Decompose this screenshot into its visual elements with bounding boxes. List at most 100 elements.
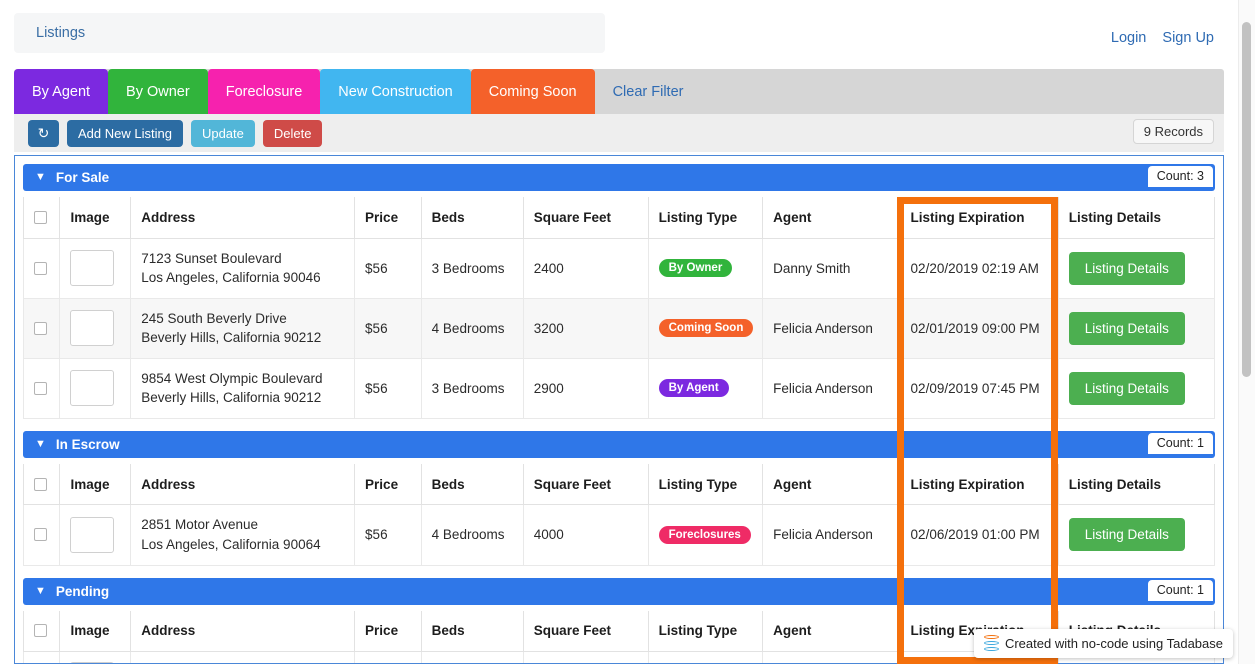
row-agent-cell: Danny Smith <box>762 651 901 663</box>
row-agent-cell: Felicia Anderson <box>762 504 901 566</box>
column-header-listing-type[interactable]: Listing Type <box>647 610 764 652</box>
row-checkbox[interactable] <box>34 321 47 335</box>
section-header-pending[interactable]: ▼ Pending Count: 1 <box>23 577 1215 605</box>
select-all-header <box>22 610 61 652</box>
auth-links: Login Sign Up <box>1099 30 1214 46</box>
column-header-listing-details[interactable]: Listing Details <box>1057 463 1216 506</box>
add-new-listing-button[interactable]: Add New Listing <box>67 119 183 147</box>
login-link[interactable]: Login <box>1111 30 1146 46</box>
row-address-cell: 245 South Beverly Drive Beverly Hills, C… <box>130 297 356 359</box>
column-header-image[interactable]: Image <box>59 610 132 652</box>
select-all-checkbox[interactable] <box>34 477 47 491</box>
address-line-2: Beverly Hills, California 90212 <box>141 330 322 346</box>
property-thumbnail[interactable] <box>70 516 115 553</box>
column-header-address[interactable]: Address <box>130 610 356 652</box>
table-row[interactable]: 2851 Motor Avenue Los Angeles, Californi… <box>22 504 1216 566</box>
column-header-beds[interactable]: Beds <box>420 610 524 652</box>
column-header-listing-details[interactable]: Listing Details <box>1057 197 1216 239</box>
refresh-button[interactable]: ↻ <box>28 119 59 147</box>
select-all-checkbox[interactable] <box>34 624 47 638</box>
update-button[interactable]: Update <box>190 119 255 147</box>
row-square-feet-cell: 3200 <box>522 297 649 359</box>
column-header-agent[interactable]: Agent <box>762 610 901 652</box>
column-header-price[interactable]: Price <box>354 463 422 506</box>
address-line-2: Beverly Hills, California 90212 <box>141 390 322 406</box>
property-thumbnail[interactable] <box>70 310 115 347</box>
row-listing-details-cell: Listing Details <box>1057 237 1216 299</box>
row-image-cell <box>59 651 132 663</box>
signup-link[interactable]: Sign Up <box>1162 30 1214 46</box>
row-agent-cell: Danny Smith <box>762 237 901 299</box>
chevron-down-icon[interactable]: ▼ <box>35 585 46 597</box>
section-title: Pending <box>55 583 110 599</box>
row-address-cell: 2851 Motor Avenue Los Angeles, Californi… <box>130 504 356 566</box>
row-checkbox[interactable] <box>34 381 47 395</box>
filter-tab-by-agent-label: By Agent <box>32 83 91 100</box>
refresh-icon: ↻ <box>37 124 50 141</box>
listing-type-badge: By Agent <box>658 379 729 398</box>
column-header-beds[interactable]: Beds <box>420 463 524 506</box>
property-thumbnail[interactable] <box>70 370 115 407</box>
listings-table-in-escrow: Image Address Price Beds Square Feet Lis… <box>22 463 1216 566</box>
filter-tab-foreclosure-label: Foreclosure <box>225 83 303 100</box>
column-header-square-feet[interactable]: Square Feet <box>522 197 649 239</box>
filter-tab-coming-soon[interactable]: Coming Soon <box>470 69 595 114</box>
section-title: For Sale <box>55 170 110 185</box>
table-row[interactable]: 7123 Sunset Boulevard Los Angeles, Calif… <box>22 237 1216 299</box>
row-price-cell: $56 <box>354 357 422 419</box>
section-header-in-escrow[interactable]: ▼ In Escrow Count: 1 <box>23 430 1215 458</box>
chevron-down-icon[interactable]: ▼ <box>35 438 46 450</box>
chevron-down-icon[interactable]: ▼ <box>35 172 46 183</box>
column-header-square-feet[interactable]: Square Feet <box>522 463 649 506</box>
filter-tab-new-construction[interactable]: New Construction <box>320 69 471 114</box>
column-header-listing-type[interactable]: Listing Type <box>647 197 764 239</box>
column-header-price[interactable]: Price <box>354 197 422 239</box>
column-header-square-feet[interactable]: Square Feet <box>522 610 649 652</box>
column-header-listing-expiration[interactable]: Listing Expiration <box>899 197 1059 239</box>
row-square-feet-cell: 1200 <box>522 651 649 663</box>
column-header-address[interactable]: Address <box>130 463 356 506</box>
section-header-for-sale[interactable]: ▼ For Sale Count: 3 <box>23 164 1215 191</box>
delete-button[interactable]: Delete <box>262 119 323 147</box>
records-count-badge: 9 Records <box>1132 119 1214 144</box>
breadcrumb[interactable]: Listings <box>14 13 605 53</box>
row-listing-type-cell: By Owner <box>647 237 764 299</box>
column-header-listing-type[interactable]: Listing Type <box>647 463 764 506</box>
section-count-badge: Count: 3 <box>1147 166 1213 187</box>
listing-details-button[interactable]: Listing Details <box>1068 311 1185 345</box>
column-header-address[interactable]: Address <box>130 197 356 239</box>
column-header-price[interactable]: Price <box>354 610 422 652</box>
row-checkbox[interactable] <box>34 528 47 542</box>
row-address-cell: 6840 Santa Monica Boulevard <box>130 651 356 663</box>
table-header-row: Image Address Price Beds Square Feet Lis… <box>22 463 1216 506</box>
filter-tab-by-agent[interactable]: By Agent <box>14 69 109 114</box>
column-header-beds[interactable]: Beds <box>420 197 524 239</box>
property-thumbnail[interactable] <box>70 250 115 287</box>
clear-filter-button[interactable]: Clear Filter <box>595 69 702 114</box>
column-header-image[interactable]: Image <box>59 463 132 506</box>
column-header-agent[interactable]: Agent <box>762 463 901 506</box>
page-scrollbar-thumb[interactable] <box>1242 22 1251 377</box>
page-scrollbar[interactable] <box>1238 0 1255 664</box>
listing-details-button[interactable]: Listing Details <box>1068 251 1185 285</box>
row-checkbox[interactable] <box>34 261 47 275</box>
tadabase-credit-badge[interactable]: Created with no-code using Tadabase <box>973 629 1233 658</box>
row-beds-cell: 3 Bedrooms <box>420 237 524 299</box>
row-beds-cell: 2 Bedrooms <box>420 651 524 663</box>
column-header-agent[interactable]: Agent <box>762 197 901 239</box>
table-row[interactable]: 245 South Beverly Drive Beverly Hills, C… <box>22 297 1216 359</box>
row-select-cell <box>22 504 61 566</box>
filter-tab-foreclosure[interactable]: Foreclosure <box>207 69 321 114</box>
listing-type-badge: Coming Soon <box>658 319 754 338</box>
filter-tab-by-owner[interactable]: By Owner <box>108 69 208 114</box>
section-count-badge: Count: 1 <box>1147 579 1213 601</box>
table-row[interactable]: 9854 West Olympic Boulevard Beverly Hill… <box>22 357 1216 419</box>
column-header-listing-expiration[interactable]: Listing Expiration <box>899 463 1059 506</box>
row-listing-type-cell: Foreclosures <box>647 504 764 566</box>
select-all-checkbox[interactable] <box>34 210 47 224</box>
database-icon <box>983 635 999 652</box>
listing-details-button[interactable]: Listing Details <box>1068 518 1185 552</box>
address-line-1: 245 South Beverly Drive <box>141 310 287 326</box>
column-header-image[interactable]: Image <box>59 197 132 239</box>
listing-details-button[interactable]: Listing Details <box>1068 371 1185 405</box>
